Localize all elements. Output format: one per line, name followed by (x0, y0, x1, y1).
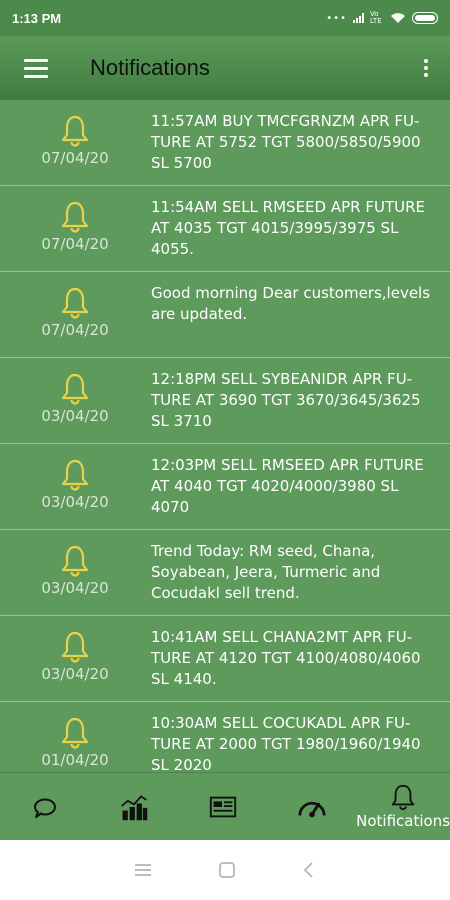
notification-date: 07/04/20 (41, 149, 109, 167)
notification-meta: 03/04/20 (0, 530, 150, 615)
chat-icon (33, 798, 56, 818)
network-label: Vo LTE (370, 10, 382, 25)
signal-icon (353, 13, 364, 23)
battery-icon (412, 12, 438, 24)
notification-meta: 03/04/20 (0, 444, 150, 529)
notification-meta: 03/04/20 (0, 358, 150, 443)
bell-icon (61, 631, 89, 663)
status-indicators: ••• Vo LTE (326, 11, 438, 25)
notification-date: 03/04/20 (41, 407, 109, 425)
nav-notifications[interactable]: Notifications (356, 773, 450, 841)
notification-meta: 01/04/20 (0, 702, 150, 772)
bell-icon (61, 545, 89, 577)
bell-icon (61, 459, 89, 491)
recent-apps-icon[interactable] (134, 862, 152, 878)
notification-message: Trend Today: RM seed, Chana, Soyabean, J… (151, 542, 381, 602)
bottom-navigation: Notifications (0, 772, 450, 840)
nav-speedometer[interactable] (267, 773, 356, 841)
notification-meta: 03/04/20 (0, 616, 150, 701)
chart-icon (120, 794, 147, 820)
page-title: Notifications (90, 55, 210, 80)
more-vert-icon[interactable] (402, 36, 450, 100)
notification-message: 12:18PM SELL SYBEANIDR APR FU-TURE AT 36… (151, 370, 421, 430)
nav-chat[interactable] (0, 773, 89, 841)
notification-dots-icon: ••• (326, 12, 347, 24)
notification-row[interactable]: 01/04/20 10:30AM SELL COCUKADL APR FU-TUR… (0, 702, 450, 772)
notification-row[interactable]: 03/04/20 12:03PM SELL RMSEED APR FUTURE A… (0, 444, 450, 530)
notification-message: 10:41AM SELL CHANA2MT APR FU-TURE AT 412… (151, 628, 421, 688)
hamburger-menu-icon[interactable] (0, 36, 72, 100)
notification-date: 03/04/20 (41, 579, 109, 597)
notification-meta: 07/04/20 (0, 186, 150, 271)
status-time: 1:13 PM (12, 10, 62, 26)
news-icon (209, 796, 236, 817)
notification-row[interactable]: 07/04/20 11:57AM BUY TMCFGRNZM APR FU-TUR… (0, 100, 450, 186)
notification-message: 11:57AM BUY TMCFGRNZM APR FU-TURE AT 575… (151, 112, 421, 172)
notification-row[interactable]: 03/04/20 10:41AM SELL CHANA2MT APR FU-TUR… (0, 616, 450, 702)
wifi-icon (391, 13, 405, 23)
notification-message: Good morning Dear customers,levels are u… (151, 284, 431, 323)
notification-list[interactable]: 07/04/20 11:57AM BUY TMCFGRNZM APR FU-TUR… (0, 100, 450, 772)
bell-icon (391, 784, 415, 810)
bell-icon (61, 373, 89, 405)
notification-row[interactable]: 03/04/20 Trend Today: RM seed, Chana, Soy… (0, 530, 450, 616)
notification-row[interactable]: 07/04/20 11:54AM SELL RMSEED APR FUTURE A… (0, 186, 450, 272)
notification-date: 07/04/20 (41, 235, 109, 253)
bell-icon (61, 717, 89, 749)
notification-date: 03/04/20 (41, 493, 109, 511)
notification-meta: 07/04/20 (0, 272, 150, 357)
nav-notifications-label: Notifications (356, 812, 450, 830)
notification-date: 07/04/20 (41, 321, 109, 339)
notification-message: 10:30AM SELL COCUKADL APR FU-TURE AT 200… (151, 714, 421, 772)
back-icon[interactable] (302, 861, 316, 879)
bell-icon (61, 115, 89, 147)
notification-date: 03/04/20 (41, 665, 109, 683)
notification-date: 01/04/20 (41, 751, 109, 769)
home-icon[interactable] (218, 861, 236, 879)
notification-message: 12:03PM SELL RMSEED APR FUTURE AT 4040 T… (151, 456, 424, 516)
notification-message: 11:54AM SELL RMSEED APR FUTURE AT 4035 T… (151, 198, 425, 258)
app-bar: Notifications (0, 36, 450, 100)
system-navigation-bar (0, 840, 450, 900)
status-bar: 1:13 PM ••• Vo LTE (0, 0, 450, 36)
notification-row[interactable]: 07/04/20 Good morning Dear customers,leve… (0, 272, 450, 358)
nav-chart[interactable] (89, 773, 178, 841)
bell-icon (61, 287, 89, 319)
nav-news[interactable] (178, 773, 267, 841)
speedometer-icon (298, 801, 326, 817)
notification-row[interactable]: 03/04/20 12:18PM SELL SYBEANIDR APR FU-TU… (0, 358, 450, 444)
notification-meta: 07/04/20 (0, 100, 150, 185)
bell-icon (61, 201, 89, 233)
